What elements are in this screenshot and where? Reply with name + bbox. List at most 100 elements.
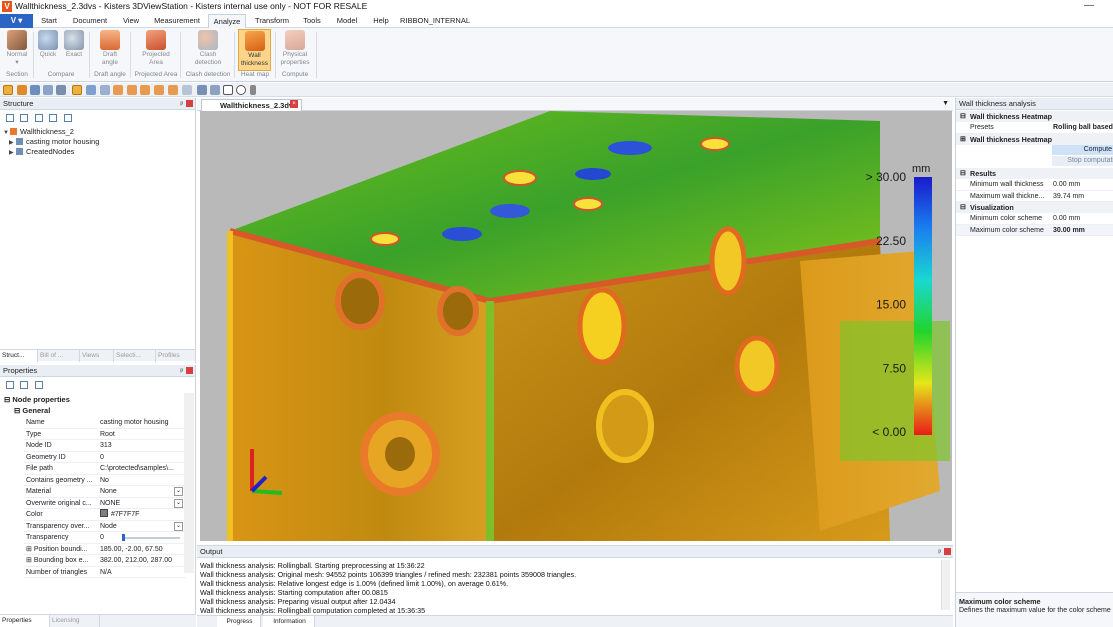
collapse-icon[interactable]: ⊟: [960, 111, 966, 122]
tab-list-arrow-icon[interactable]: ▼: [942, 100, 949, 107]
pin-icon[interactable]: ᵖ: [938, 547, 941, 559]
close-icon[interactable]: [186, 367, 193, 374]
node-properties-section[interactable]: ⊟ Node properties: [4, 395, 70, 405]
menu-ribbon-internal[interactable]: RIBBON_INTERNAL: [400, 14, 470, 28]
property-row[interactable]: Contains geometry ... No: [24, 475, 186, 486]
view-iso-icon[interactable]: [168, 85, 178, 95]
tree-node-casting-motor-housing[interactable]: ▶ casting motor housing: [9, 137, 99, 147]
property-row[interactable]: Transparency 0: [24, 532, 186, 544]
heatmap-section[interactable]: ⊟ Wall thickness Heatmap: [956, 111, 1113, 122]
results-section[interactable]: ⊟ Results: [956, 168, 1113, 179]
circle-icon[interactable]: [236, 85, 246, 95]
color-swatch[interactable]: [100, 509, 108, 517]
close-icon[interactable]: [186, 100, 193, 107]
property-row[interactable]: Name casting motor housing: [24, 417, 186, 429]
expand-icon[interactable]: ⊞: [960, 134, 966, 145]
compute-button[interactable]: Compute: [1052, 145, 1113, 155]
tab-information[interactable]: Information: [263, 616, 315, 627]
dropdown-arrow-icon[interactable]: ⌄: [174, 487, 183, 496]
select-tool-icon[interactable]: [3, 85, 13, 95]
view-right-icon[interactable]: [127, 85, 137, 95]
dropdown-arrow-icon[interactable]: ⌄: [174, 498, 183, 508]
stop-computation-button[interactable]: Stop computati: [1052, 156, 1113, 166]
property-row[interactable]: Geometry ID 0: [24, 452, 186, 463]
min-wall-thickness-row[interactable]: Minimum wall thickness 0.00 mm: [956, 179, 1113, 191]
menu-document[interactable]: Document: [68, 14, 112, 28]
view-bottom-icon[interactable]: [154, 85, 164, 95]
tree-options-icon[interactable]: [64, 114, 72, 122]
pin-icon[interactable]: ᵖ: [180, 366, 183, 378]
close-icon[interactable]: [944, 548, 951, 555]
property-row[interactable]: Transparency over... Node ⌄: [24, 521, 186, 532]
projected-area-button[interactable]: Projected Area: [136, 29, 176, 71]
physical-properties-button[interactable]: Physical properties: [278, 29, 312, 71]
collapse-selected-icon[interactable]: [49, 114, 57, 122]
property-row[interactable]: ⊞ Position boundi... 185.00, -2.00, 67.50: [24, 544, 186, 555]
collapse-icon[interactable]: ⊟: [960, 168, 966, 179]
collapse-icon[interactable]: ⊟: [960, 202, 966, 213]
expand-selected-icon[interactable]: [35, 114, 43, 122]
menu-view[interactable]: View: [117, 14, 145, 28]
normal-section-button[interactable]: Normal ▾: [2, 29, 32, 71]
max-wall-thickness-row[interactable]: Maximum wall thickne... 39.74 mm: [956, 191, 1113, 202]
tab-selection[interactable]: Selecti...: [114, 350, 156, 362]
presets-row[interactable]: Presets Rolling ball based: [956, 122, 1113, 134]
property-row[interactable]: File path C:\protected\samples\...: [24, 463, 186, 475]
categorized-icon[interactable]: [6, 381, 14, 389]
draft-angle-button[interactable]: Draft angle: [94, 29, 126, 71]
document-tab[interactable]: Wallthickness_2.3dvs: [201, 99, 303, 111]
menu-model[interactable]: Model: [332, 14, 362, 28]
property-row[interactable]: Number of triangles N/A: [24, 567, 186, 578]
property-row[interactable]: Color #7F7F7F: [24, 509, 186, 521]
menu-transform[interactable]: Transform: [251, 14, 293, 28]
tree-node-created-nodes[interactable]: ▶ CreatedNodes: [9, 147, 74, 157]
frame-icon[interactable]: [223, 85, 233, 95]
min-color-scheme-row[interactable]: Minimum color scheme 0.00 mm: [956, 213, 1113, 225]
menu-analyze[interactable]: Analyze: [208, 14, 246, 29]
close-tab-icon[interactable]: ×: [290, 100, 298, 108]
tab-properties[interactable]: Properties: [0, 615, 50, 627]
property-row[interactable]: Overwrite original c... NONE ⌄: [24, 498, 186, 509]
tab-profiles[interactable]: Profiles: [156, 350, 196, 362]
view-left-icon[interactable]: [113, 85, 123, 95]
transparency-slider[interactable]: [122, 534, 180, 541]
view-top-icon[interactable]: [140, 85, 150, 95]
fit-view-icon[interactable]: [56, 85, 66, 95]
expand-arrow-icon[interactable]: ▶: [9, 148, 16, 158]
menu-measurement[interactable]: Measurement: [150, 14, 204, 28]
fit-all-icon[interactable]: [72, 85, 82, 95]
property-row[interactable]: Material None ⌄: [24, 486, 186, 498]
property-row[interactable]: ⊞ Bounding box e... 382.00, 212.00, 287.0…: [24, 555, 186, 567]
rotate-view-icon[interactable]: [210, 85, 220, 95]
property-row[interactable]: Node ID 313: [24, 440, 186, 452]
property-row[interactable]: Type Root: [24, 429, 186, 440]
menu-tools[interactable]: Tools: [298, 14, 326, 28]
tab-progress[interactable]: Progress: [217, 616, 261, 627]
heatmap-model[interactable]: mm > 30.00 22.50 15.00 7.50 < 0.00: [200, 111, 952, 541]
view-dimetric-icon[interactable]: [182, 85, 192, 95]
3d-viewport[interactable]: mm > 30.00 22.50 15.00 7.50 < 0.00: [200, 111, 952, 541]
measure-icon[interactable]: [197, 85, 207, 95]
menu-help[interactable]: Help: [368, 14, 394, 28]
slider-handle[interactable]: [122, 534, 125, 541]
view-back-icon[interactable]: [100, 85, 110, 95]
tab-licensing[interactable]: Licensing: [50, 615, 100, 627]
max-color-scheme-row[interactable]: Maximum color scheme 30.00 mm: [956, 224, 1113, 236]
menu-start[interactable]: Start: [36, 14, 62, 28]
property-pages-icon[interactable]: [35, 381, 43, 389]
tab-views[interactable]: Views: [80, 350, 114, 362]
general-subsection[interactable]: ⊟ General: [14, 406, 50, 416]
quick-compare-button[interactable]: Quick: [36, 29, 60, 71]
file-menu-button[interactable]: V ▾: [0, 14, 33, 28]
clash-detection-button[interactable]: Clash detection: [186, 29, 230, 71]
view-front-icon[interactable]: [86, 85, 96, 95]
zoom-icon[interactable]: [43, 85, 53, 95]
toolbar-overflow-icon[interactable]: [250, 85, 256, 95]
visualization-section[interactable]: ⊟ Visualization: [956, 202, 1113, 213]
tab-bill-of-material[interactable]: Bill of ...: [38, 350, 80, 362]
dropdown-arrow-icon[interactable]: ⌄: [174, 521, 183, 531]
minimize-button[interactable]: —: [1080, 1, 1098, 13]
rotate-icon[interactable]: [17, 85, 27, 95]
alphabetical-icon[interactable]: [20, 381, 28, 389]
wall-thickness-button[interactable]: Wall thickness: [238, 29, 271, 71]
